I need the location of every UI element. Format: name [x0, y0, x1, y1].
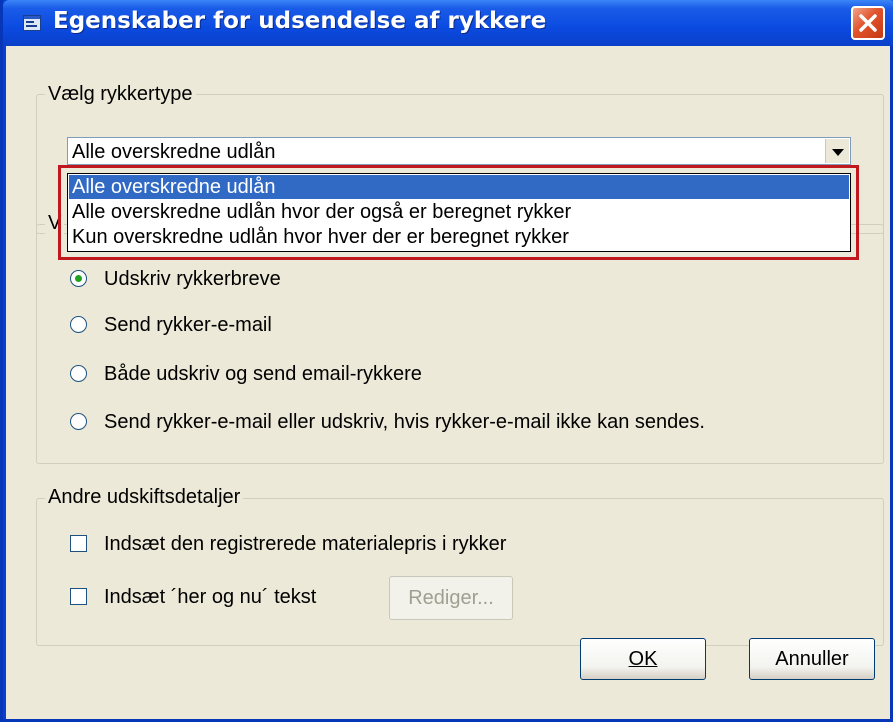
- reminder-type-combo[interactable]: Alle overskredne udlån: [67, 137, 851, 165]
- close-icon: [859, 14, 877, 32]
- annotation-highlight-box: [58, 165, 859, 260]
- checkbox[interactable]: [70, 535, 87, 552]
- close-button[interactable]: [851, 6, 885, 40]
- window-title: Egenskaber for udsendelse af rykkere: [53, 8, 547, 34]
- edit-button[interactable]: Rediger...: [389, 576, 513, 620]
- radio-button[interactable]: [70, 413, 87, 430]
- other-details-legend: Andre udskiftsdetaljer: [45, 486, 244, 509]
- radio-button[interactable]: [70, 365, 87, 382]
- cancel-button[interactable]: Annuller: [749, 638, 875, 680]
- checkbox-label: Indsæt den registrerede materialepris i …: [104, 533, 507, 555]
- checkbox[interactable]: [70, 588, 87, 605]
- ok-button[interactable]: OK: [580, 638, 706, 680]
- radio-label: Send rykker-e-mail: [104, 314, 272, 336]
- reminder-type-legend: Vælg rykkertype: [45, 83, 196, 106]
- radio-button[interactable]: [70, 270, 87, 287]
- radio-label: Send rykker-e-mail eller udskriv, hvis r…: [104, 411, 705, 433]
- other-details-group: [36, 498, 884, 646]
- checkbox-label: Indsæt ´her og nu´ tekst: [104, 586, 317, 608]
- radio-label: Udskriv rykkerbreve: [104, 268, 281, 290]
- radio-label: Både udskriv og send email-rykkere: [104, 363, 422, 385]
- app-window-icon: [23, 15, 41, 31]
- dialog-client-area: Vælg rykkertype V Udskriv rykkerbreve Se…: [6, 46, 890, 719]
- dropdown-arrow-icon[interactable]: [825, 139, 849, 163]
- radio-button[interactable]: [70, 316, 87, 333]
- title-bar[interactable]: Egenskaber for udsendelse af rykkere: [3, 0, 893, 46]
- dialog-window: Egenskaber for udsendelse af rykkere Væl…: [0, 0, 893, 722]
- combo-selected-value: Alle overskredne udlån: [72, 141, 276, 163]
